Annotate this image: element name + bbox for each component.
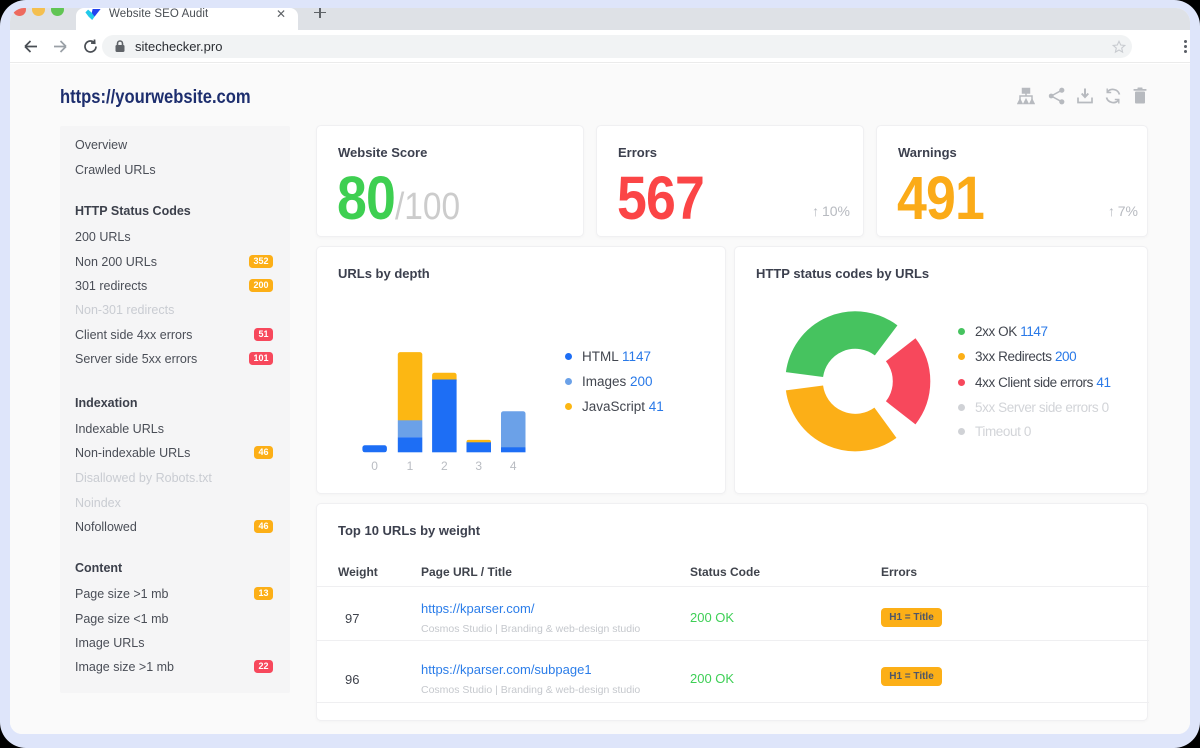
- svg-text:4: 4: [510, 459, 517, 473]
- svg-text:1: 1: [407, 459, 414, 473]
- svg-text:0: 0: [371, 459, 378, 473]
- svg-text:3: 3: [475, 459, 482, 473]
- svg-text:2: 2: [441, 459, 448, 473]
